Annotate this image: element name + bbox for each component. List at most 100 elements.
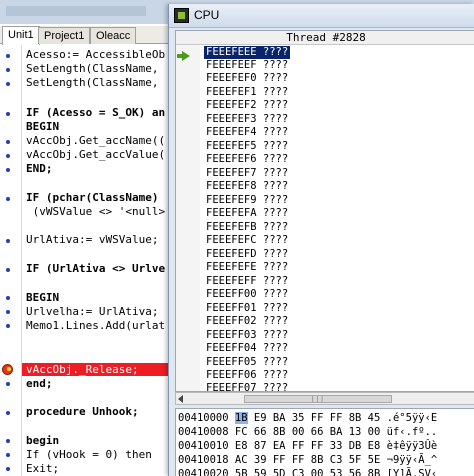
disasm-row[interactable]: FEEEFF00 ????: [206, 288, 288, 301]
code-line: end;: [26, 377, 53, 390]
disasm-row[interactable]: FEEEFF03 ????: [206, 329, 288, 342]
editor-title-bar-blur: [6, 6, 146, 16]
memory-row[interactable]: 00410010 E8 87 EA FF FF 33 DB E8 è‡êÿÿ3Û…: [178, 440, 437, 453]
code-line: Acesso:= AccessibleOb: [26, 48, 166, 61]
memory-byte: 5B: [234, 468, 248, 476]
memory-address: 00410000: [178, 412, 229, 424]
disasm-row[interactable]: FEEEFF01 ????: [206, 302, 288, 315]
memory-byte: FC: [234, 426, 248, 438]
code-line: Memo1.Lines.Add(urlat: [26, 319, 166, 332]
line-marker-dot: [6, 467, 10, 471]
memory-byte: E8: [234, 440, 248, 452]
disassembly-pane[interactable]: Thread #2828 FEEEFEEE ???? FEEEFEEF ????…: [175, 30, 474, 394]
memory-bytes: 66 8B 00 66 BA 13 00: [253, 426, 381, 438]
disasm-row[interactable]: FEEEFF04 ????: [206, 342, 288, 355]
line-marker-dot: [6, 382, 10, 386]
code-line: begin: [26, 434, 60, 447]
instruction-pointer-arrow-icon: [177, 51, 190, 61]
line-marker-dot: [6, 154, 10, 158]
scrollbar-grip-icon: |||: [311, 396, 325, 403]
disasm-row[interactable]: FEEEFEFD ????: [206, 248, 288, 261]
selected-byte[interactable]: 1B: [234, 412, 248, 424]
line-marker-dot: [6, 54, 10, 58]
line-marker-dot: [6, 439, 10, 443]
code-line: vAccObj.Get_accName((: [26, 134, 166, 147]
memory-dump-pane[interactable]: 00410000 1B E9 BA 35 FF FF 8B 45 .é°5ÿÿ‹…: [175, 408, 474, 476]
memory-row[interactable]: 00410020 5B 59 5D C3 00 53 56 8B [Y]Ã.SV…: [178, 468, 437, 476]
code-line: vAccObj.Get_accValue(: [26, 148, 166, 161]
disasm-row[interactable]: FEEEFEFA ????: [206, 207, 288, 220]
line-marker-dot: [6, 296, 10, 300]
editor-gutter[interactable]: [0, 45, 22, 476]
scrollbar-thumb[interactable]: |||: [244, 395, 392, 403]
code-line: IF (pchar(ClassName): [26, 191, 159, 204]
cpu-title-bar[interactable]: CPU: [169, 4, 474, 28]
memory-ascii: üf‹.fº..: [386, 426, 438, 438]
disasm-row[interactable]: FEEEFEEE ????: [204, 46, 291, 59]
code-line: (vWSValue <> '<null>': [26, 205, 172, 218]
disasm-row[interactable]: FEEEFEF0 ????: [206, 72, 288, 85]
memory-ascii: è‡êÿÿ3Ûè: [386, 440, 438, 452]
disasm-row[interactable]: FEEEFEFC ????: [206, 234, 288, 247]
disasm-row[interactable]: FEEEFF05 ????: [206, 356, 288, 369]
cpu-window[interactable]: CPU Thread #2828 FEEEFEEE ???? FEEEFEEF …: [168, 4, 474, 476]
line-marker-dot: [6, 68, 10, 72]
code-line: procedure Unhook;: [26, 405, 139, 418]
disasm-row[interactable]: FEEEFEEF ????: [206, 59, 288, 72]
code-line: SetLength(ClassName,: [26, 62, 159, 75]
execution-point-text: vAccObj._Release;: [26, 363, 139, 376]
breakpoint-icon[interactable]: [2, 364, 13, 375]
cpu-chip-icon: [174, 8, 189, 23]
memory-bytes: 59 5D C3 00 53 56 8B: [253, 468, 381, 476]
memory-row[interactable]: 00410000 1B E9 BA 35 FF FF 8B 45 .é°5ÿÿ‹…: [178, 412, 437, 425]
line-marker-dot: [6, 168, 10, 172]
line-marker-dot: [6, 197, 10, 201]
thread-header: Thread #2828: [176, 31, 474, 45]
code-line: UrlAtiva:= vWSValue;: [26, 233, 159, 246]
disasm-row[interactable]: FEEEFEFB ????: [206, 221, 288, 234]
line-marker-dot: [6, 140, 10, 144]
code-line: If (vHook = 0) then: [26, 448, 152, 461]
disasm-row[interactable]: FEEEFEF9 ????: [206, 194, 288, 207]
scroll-left-arrow-icon[interactable]: [178, 395, 183, 403]
tab-oleacc[interactable]: Oleacc: [90, 27, 137, 44]
memory-ascii: ¬9ÿÿ‹Ã_^: [386, 454, 438, 466]
line-marker-dot: [6, 82, 10, 86]
code-line: BEGIN: [26, 291, 60, 304]
line-marker-dot: [6, 268, 10, 272]
memory-row[interactable]: 00410018 AC 39 FF FF 8B C3 5F 5E ¬9ÿÿ‹Ã_…: [178, 454, 437, 467]
line-marker-dot: [6, 411, 10, 415]
disasm-row[interactable]: FEEEFF06 ????: [206, 369, 288, 382]
disasm-row[interactable]: FEEEFEF1 ????: [206, 86, 288, 99]
disasm-row[interactable]: FEEEFEFF ????: [206, 275, 288, 288]
disasm-row[interactable]: FEEEFEF3 ????: [206, 113, 288, 126]
memory-row[interactable]: 00410008 FC 66 8B 00 66 BA 13 00 üf‹.fº.…: [178, 426, 437, 439]
disasm-row[interactable]: FEEEFEF7 ????: [206, 167, 288, 180]
memory-bytes: 87 EA FF FF 33 DB E8: [253, 440, 381, 452]
disasm-row[interactable]: FEEEFEF8 ????: [206, 180, 288, 193]
line-marker-dot: [6, 310, 10, 314]
line-marker-dot: [6, 112, 10, 116]
tab-project1[interactable]: Project1: [38, 27, 91, 44]
code-line: Exit;: [26, 462, 60, 475]
memory-bytes: E9 BA 35 FF FF 8B 45: [253, 412, 381, 424]
memory-address: 00410008: [178, 426, 229, 438]
cpu-window-title: CPU: [194, 8, 220, 22]
line-marker-dot: [6, 453, 10, 457]
code-area[interactable]: Acesso:= AccessibleOb SetLength(ClassNam…: [26, 48, 176, 476]
code-line: IF (Acesso = S_OK) an: [26, 106, 166, 119]
code-line: SetLength(ClassName,: [26, 76, 159, 89]
disassembly-gutter[interactable]: [176, 45, 200, 391]
memory-bytes: 39 FF FF 8B C3 5F 5E: [253, 454, 381, 466]
disasm-row[interactable]: FEEEFEF6 ????: [206, 153, 288, 166]
code-line: Urlvelha:= UrlAtiva;: [26, 305, 159, 318]
tab-unit1[interactable]: Unit1: [2, 26, 40, 45]
disasm-row[interactable]: FEEEFEF5 ????: [206, 140, 288, 153]
horizontal-scrollbar[interactable]: |||: [175, 392, 474, 405]
line-marker-dot: [6, 239, 10, 243]
disasm-row[interactable]: FEEEFEF2 ????: [206, 99, 288, 112]
disasm-row[interactable]: FEEEFEF4 ????: [206, 126, 288, 139]
disasm-row[interactable]: FEEEFF02 ????: [206, 315, 288, 328]
memory-byte: AC: [234, 454, 248, 466]
disasm-row[interactable]: FEEEFEFE ????: [206, 261, 288, 274]
